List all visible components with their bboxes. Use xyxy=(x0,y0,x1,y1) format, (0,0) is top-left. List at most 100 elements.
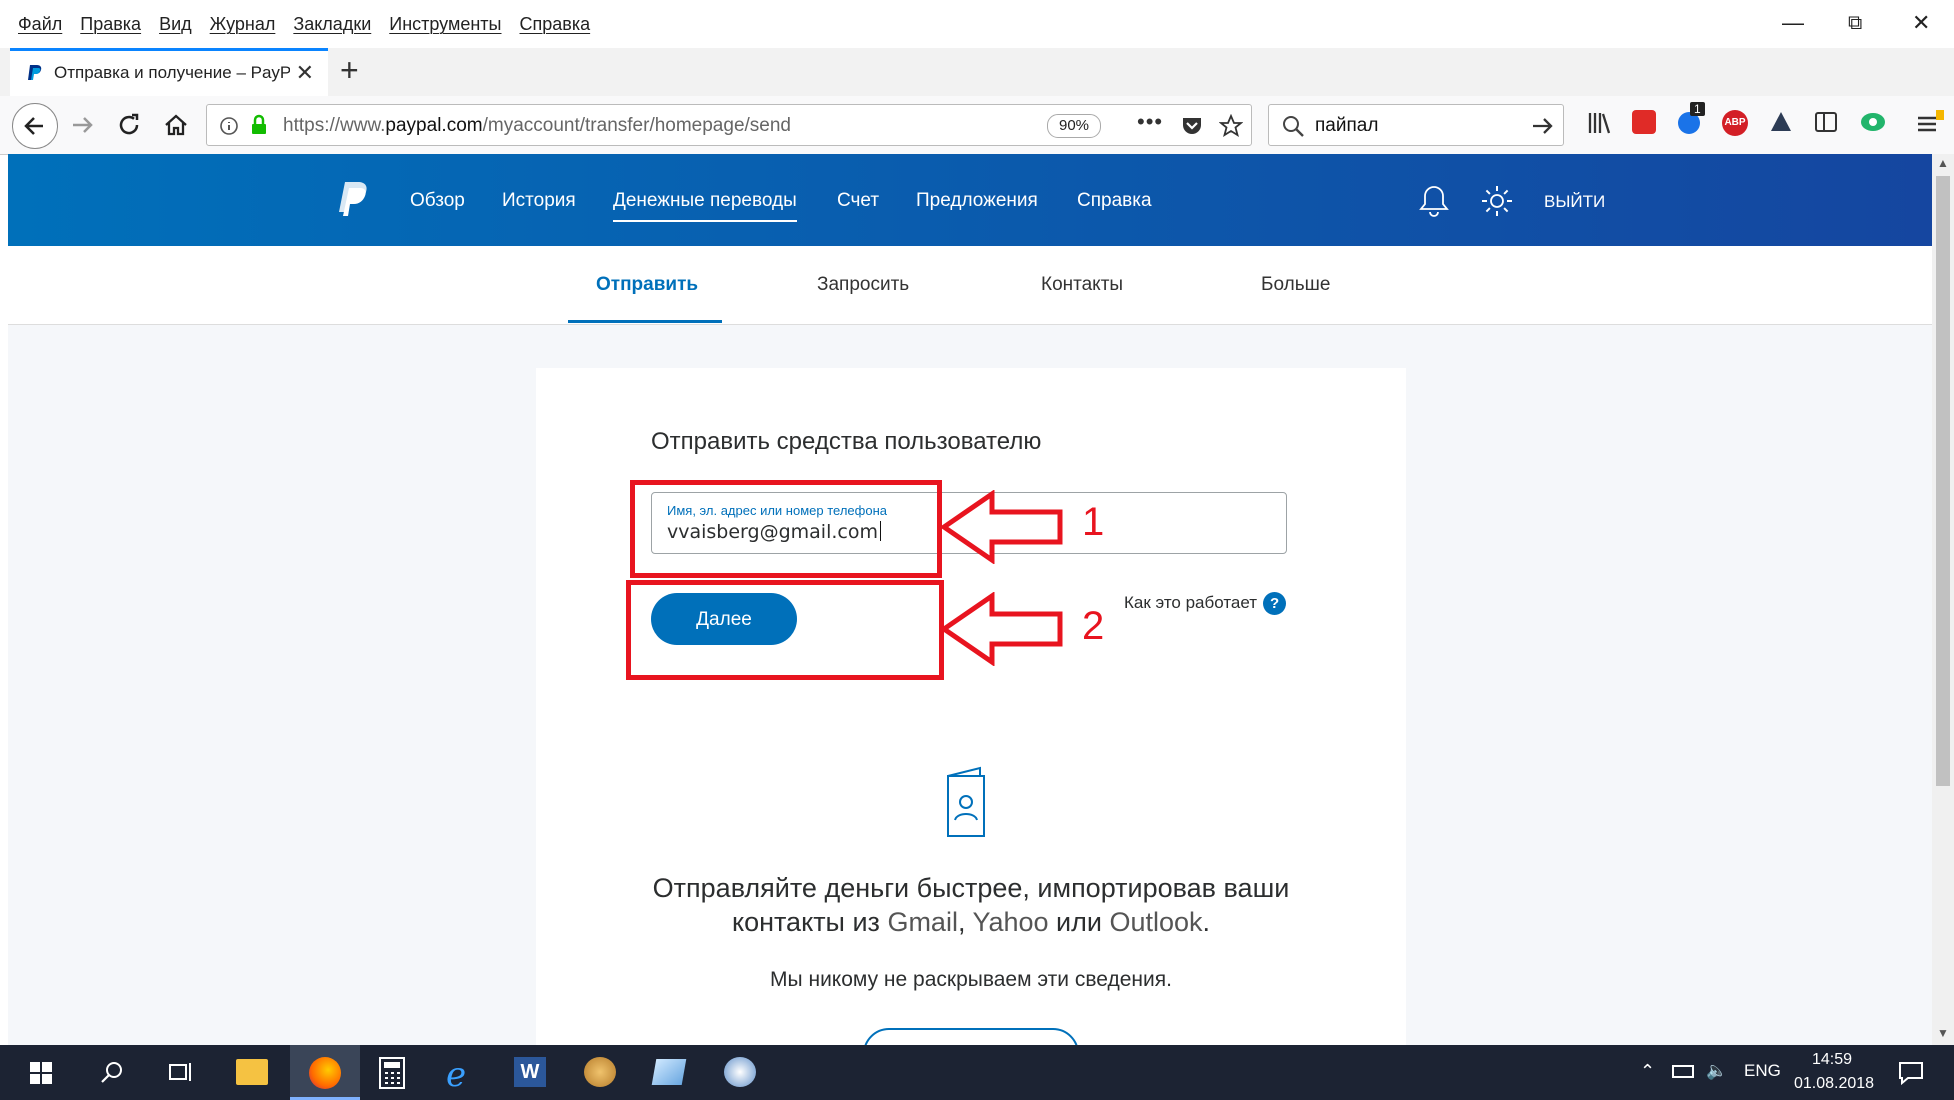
close-tab-icon[interactable]: ✕ xyxy=(296,60,314,86)
menu-view[interactable]: Вид xyxy=(159,14,192,35)
url-bar[interactable]: https://www.paypal.com/myaccount/transfe… xyxy=(206,104,1252,146)
notification-bell-icon[interactable] xyxy=(1418,184,1450,218)
annotation-number-1: 1 xyxy=(1082,500,1105,544)
clock-time[interactable]: 14:59 xyxy=(1812,1051,1852,1069)
reload-icon[interactable] xyxy=(116,112,142,138)
windows-taskbar: e W ⌃ 🔈 ENG 14:59 01.08.2018 xyxy=(0,1045,1954,1100)
word-icon[interactable]: W xyxy=(514,1057,546,1087)
tab-strip: Отправка и получение – PayP ✕ + xyxy=(0,48,1954,97)
menu-help[interactable]: Справка xyxy=(520,14,591,35)
scroll-down-icon[interactable]: ▼ xyxy=(1937,1026,1949,1040)
taskbar-search-icon[interactable] xyxy=(100,1060,124,1084)
nav-offers[interactable]: Предложения xyxy=(916,190,1038,212)
paypal-logo-icon[interactable] xyxy=(336,180,370,220)
subnav-send[interactable]: Отправить xyxy=(596,274,698,296)
nav-help[interactable]: Справка xyxy=(1077,190,1152,212)
lock-icon xyxy=(252,114,266,134)
annotation-arrow-1-icon xyxy=(940,490,1063,564)
menu-bar: Файл Правка Вид Журнал Закладки Инструме… xyxy=(0,0,1954,48)
transfer-subnav: Отправить Запросить Контакты Больше xyxy=(8,246,1932,325)
nav-overview[interactable]: Обзор xyxy=(410,190,465,212)
subnav-contacts[interactable]: Контакты xyxy=(1041,274,1123,296)
send-money-card: Отправить средства пользователю Имя, эл.… xyxy=(536,368,1406,1080)
back-arrow-icon xyxy=(24,117,43,135)
import-contacts-promo: Отправляйте деньги быстрее, импортировав… xyxy=(652,873,1290,937)
how-it-works-link[interactable]: Как это работает? xyxy=(1124,592,1287,615)
zoom-indicator[interactable]: 90% xyxy=(1047,114,1101,138)
settings-gear-icon[interactable] xyxy=(1480,184,1514,218)
task-view-icon[interactable] xyxy=(168,1061,194,1083)
restore-icon[interactable]: ⧉ xyxy=(1848,12,1862,35)
sidebar-icon[interactable] xyxy=(1814,110,1838,134)
search-bar[interactable]: пайпал xyxy=(1268,104,1564,146)
clock-date[interactable]: 01.08.2018 xyxy=(1794,1075,1874,1093)
logout-link[interactable]: ВЫЙТИ xyxy=(1544,192,1605,212)
privacy-note: Мы никому не раскрываем эти сведения. xyxy=(770,968,1172,991)
help-question-icon[interactable]: ? xyxy=(1263,592,1287,615)
annotation-arrow-2-icon xyxy=(940,592,1063,666)
menu-edit[interactable]: Правка xyxy=(80,14,141,35)
annotation-box-1 xyxy=(630,480,942,578)
scroll-up-icon[interactable]: ▲ xyxy=(1937,156,1949,170)
volume-icon[interactable]: 🔈 xyxy=(1706,1061,1727,1081)
search-input[interactable]: пайпал xyxy=(1315,115,1378,137)
nav-money-transfers[interactable]: Денежные переводы xyxy=(613,190,797,222)
subnav-more[interactable]: Больше xyxy=(1261,274,1330,296)
send-form-title: Отправить средства пользователю xyxy=(651,428,1042,455)
action-center-icon[interactable] xyxy=(1898,1061,1924,1085)
app-globe-icon[interactable] xyxy=(724,1057,756,1087)
annotation-box-2 xyxy=(626,580,944,680)
search-go-icon[interactable] xyxy=(1531,115,1555,137)
snipping-tool-icon[interactable] xyxy=(651,1059,687,1085)
paint-icon[interactable] xyxy=(584,1057,616,1087)
bookmark-star-icon[interactable] xyxy=(1219,114,1243,138)
extension-red-icon[interactable] xyxy=(1632,110,1656,134)
menu-bookmarks[interactable]: Закладки xyxy=(293,14,371,35)
page-actions-icon[interactable]: ••• xyxy=(1137,109,1163,135)
paypal-header: Обзор История Денежные переводы Счет Пре… xyxy=(8,154,1932,246)
nav-account[interactable]: Счет xyxy=(837,190,879,212)
extension-badge: 1 xyxy=(1690,102,1705,116)
home-icon[interactable] xyxy=(162,111,190,139)
taskbar-firefox-active[interactable] xyxy=(290,1045,360,1100)
tab-paypal[interactable]: Отправка и получение – PayP ✕ xyxy=(10,48,328,96)
new-tab-icon[interactable]: + xyxy=(340,52,359,89)
contacts-book-icon xyxy=(947,766,985,837)
extension-blue-icon[interactable]: 1 xyxy=(1678,102,1705,134)
hamburger-menu-icon[interactable] xyxy=(1916,108,1946,138)
menu-history[interactable]: Журнал xyxy=(210,14,276,35)
extension-eye-icon[interactable] xyxy=(1860,110,1886,134)
tray-chevron-icon[interactable]: ⌃ xyxy=(1640,1061,1655,1082)
forward-arrow-icon[interactable] xyxy=(70,113,96,137)
outlook-text: Outlook xyxy=(1109,907,1203,937)
calculator-icon[interactable] xyxy=(378,1056,406,1090)
yahoo-text: Yahoo xyxy=(972,907,1049,937)
page-scrollbar[interactable]: ▲ ▼ xyxy=(1932,154,1954,1045)
url-text: https://www.paypal.com/myaccount/transfe… xyxy=(283,115,791,136)
nav-history[interactable]: История xyxy=(502,190,576,212)
subnav-request[interactable]: Запросить xyxy=(817,274,909,296)
firefox-icon xyxy=(309,1057,341,1089)
gmail-text: Gmail xyxy=(887,907,958,937)
tab-title: Отправка и получение – PayP xyxy=(54,63,290,82)
minimize-icon[interactable]: — xyxy=(1782,10,1804,36)
language-indicator[interactable]: ENG xyxy=(1744,1061,1781,1081)
menu-tools[interactable]: Инструменты xyxy=(389,14,501,35)
paypal-favicon-icon xyxy=(28,65,42,80)
library-icon[interactable] xyxy=(1586,110,1612,136)
pocket-icon[interactable] xyxy=(1181,115,1203,137)
navigation-toolbar: https://www.paypal.com/myaccount/transfe… xyxy=(0,96,1954,155)
close-window-icon[interactable]: ✕ xyxy=(1912,10,1930,36)
windows-start-icon[interactable] xyxy=(30,1062,52,1084)
back-button[interactable] xyxy=(12,103,58,149)
annotation-number-2: 2 xyxy=(1082,604,1105,648)
internet-explorer-icon[interactable]: e xyxy=(446,1055,466,1095)
adblock-icon[interactable]: ABP xyxy=(1722,110,1748,136)
battery-icon[interactable] xyxy=(1672,1065,1694,1078)
extension-triangle-icon[interactable] xyxy=(1768,109,1794,135)
menu-file[interactable]: Файл xyxy=(18,14,62,35)
active-tab-underline xyxy=(568,320,722,323)
scrollbar-thumb[interactable] xyxy=(1936,176,1950,786)
info-icon[interactable] xyxy=(219,116,239,136)
file-explorer-icon[interactable] xyxy=(236,1059,268,1085)
